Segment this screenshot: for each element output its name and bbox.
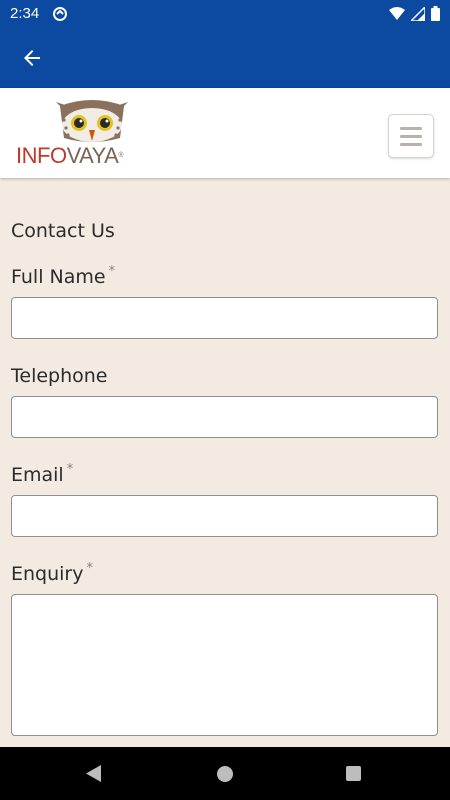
- menu-button[interactable]: [388, 114, 434, 158]
- back-button[interactable]: [20, 46, 44, 70]
- nav-home-icon[interactable]: [217, 766, 233, 782]
- site-header: INFOVAYA®: [0, 88, 450, 178]
- logo-wordmark: INFOVAYA®: [16, 145, 123, 167]
- required-mark: *: [108, 264, 116, 279]
- telephone-label: Telephone: [11, 365, 108, 387]
- system-nav-bar: [0, 747, 450, 800]
- vpn-sync-icon: [52, 6, 68, 26]
- enquiry-label: Enquiry *: [11, 561, 93, 585]
- owl-logo-icon: [56, 100, 128, 142]
- app-bar: [0, 28, 450, 88]
- status-bar: 2:34: [0, 0, 450, 28]
- enquiry-textarea[interactable]: [11, 594, 438, 736]
- wifi-icon: [389, 6, 405, 25]
- cell-signal-icon: [409, 4, 426, 25]
- full-name-label: Full Name *: [11, 264, 116, 288]
- status-icons: [389, 4, 440, 25]
- nav-back-icon[interactable]: [86, 765, 102, 786]
- required-mark: *: [66, 462, 74, 477]
- email-input[interactable]: [11, 495, 438, 537]
- email-label: Email *: [11, 462, 74, 486]
- battery-icon: [431, 6, 440, 25]
- infovaya-logo[interactable]: INFOVAYA®: [16, 98, 136, 168]
- page-title: Contact Us: [11, 220, 115, 242]
- arrow-left-icon: [24, 50, 40, 66]
- logo-info-text: INFO: [16, 143, 67, 168]
- logo-vaya-text: VAYA: [66, 143, 119, 168]
- telephone-input[interactable]: [11, 396, 438, 438]
- nav-recents-icon[interactable]: [346, 766, 361, 781]
- status-time: 2:34: [10, 5, 40, 22]
- required-mark: *: [86, 561, 93, 576]
- logo-registered-mark: ®: [118, 152, 124, 159]
- full-name-input[interactable]: [11, 297, 438, 339]
